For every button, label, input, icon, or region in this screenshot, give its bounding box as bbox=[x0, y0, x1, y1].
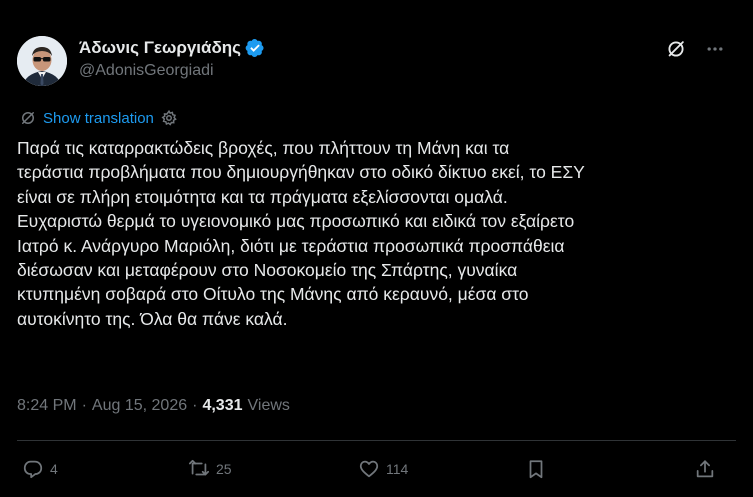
tweet-date[interactable]: Aug 15, 2026 bbox=[92, 397, 187, 415]
share-button[interactable] bbox=[694, 458, 716, 480]
like-button[interactable]: 114 bbox=[358, 458, 408, 480]
bookmark-button[interactable] bbox=[525, 458, 547, 480]
views-count: 4,331 bbox=[202, 397, 243, 414]
translate-icon bbox=[19, 109, 37, 127]
bookmark-icon bbox=[525, 458, 547, 480]
grok-icon[interactable] bbox=[665, 38, 687, 60]
author-display-name[interactable]: Άδωνις Γεωργιάδης bbox=[79, 38, 241, 58]
reply-count: 4 bbox=[50, 461, 58, 477]
author-name-row: Άδωνις Γεωργιάδης bbox=[79, 38, 265, 58]
tweet-text: Παρά τις καταρρακτώδεις βροχές, που πλήτ… bbox=[17, 138, 585, 329]
reply-button[interactable]: 4 bbox=[22, 458, 58, 480]
verified-badge-icon[interactable] bbox=[245, 38, 265, 58]
tweet-time[interactable]: 8:24 PM bbox=[17, 397, 77, 415]
avatar[interactable] bbox=[17, 36, 67, 86]
author-handle[interactable]: @AdonisGeorgiadi bbox=[79, 62, 214, 80]
views-label: Views bbox=[247, 397, 290, 414]
tweet-top-actions bbox=[665, 38, 725, 60]
repost-icon bbox=[188, 458, 210, 480]
show-translation-link[interactable]: Show translation bbox=[43, 110, 154, 127]
reply-icon bbox=[22, 458, 44, 480]
meta-separator: · bbox=[81, 397, 87, 414]
translation-row: Show translation bbox=[19, 109, 178, 127]
divider bbox=[17, 440, 736, 441]
meta-separator: · bbox=[192, 397, 198, 414]
repost-count: 25 bbox=[216, 461, 232, 477]
tweet-meta: 8:24 PM · Aug 15, 2026 · 4,331 Views bbox=[17, 397, 290, 415]
like-count: 114 bbox=[386, 461, 409, 477]
like-icon bbox=[358, 458, 380, 480]
more-icon[interactable] bbox=[705, 39, 725, 59]
repost-button[interactable]: 25 bbox=[188, 458, 232, 480]
tweet-actions-bar: 4 25 114 bbox=[0, 452, 753, 486]
share-icon bbox=[694, 458, 716, 480]
gear-icon[interactable] bbox=[160, 109, 178, 127]
